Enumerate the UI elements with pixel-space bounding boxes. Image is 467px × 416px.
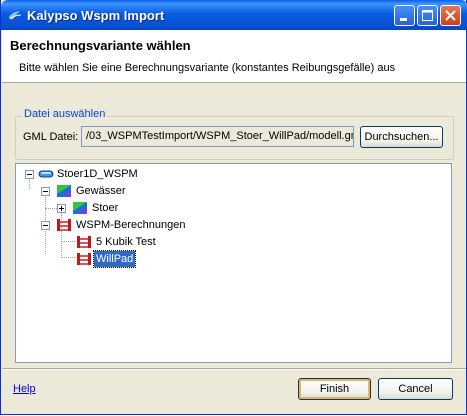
tree-node-stoer[interactable]: Stoer — [16, 200, 446, 216]
help-link[interactable]: Help — [13, 383, 36, 395]
tree-node-label: Stoer — [92, 202, 119, 214]
title-bar[interactable]: Kalypso Wspm Import — [1, 0, 467, 30]
tree-node-calculations[interactable]: WSPM-Berechnungen — [16, 217, 446, 233]
water-icon — [73, 202, 87, 214]
calculation-icon — [57, 219, 71, 231]
dialog-window: Kalypso Wspm Import Berechnungsvariante … — [0, 0, 467, 415]
project-icon — [38, 170, 54, 178]
tree-node-waters[interactable]: Gewässer — [16, 183, 446, 199]
window-title: Kalypso Wspm Import — [27, 8, 165, 23]
water-icon — [57, 185, 71, 197]
gml-file-label: GML Datei: — [23, 131, 79, 143]
calculation-icon — [77, 253, 91, 265]
footer-separator — [2, 368, 466, 370]
cancel-button[interactable]: Cancel — [378, 378, 453, 400]
tree-node-label: 5 Kubik Test — [96, 236, 156, 248]
tree-node-label: WSPM-Berechnungen — [76, 219, 186, 231]
gml-file-field[interactable]: /03_WSPMTestImport/WSPM_Stoer_WillPad/mo… — [81, 126, 354, 147]
browse-button[interactable]: Durchsuchen... — [360, 126, 443, 148]
maximize-icon — [422, 10, 433, 21]
expand-toggle[interactable] — [57, 204, 66, 213]
finish-button[interactable]: Finish — [298, 378, 371, 400]
tree-node-label: Stoer1D_WSPM — [57, 168, 138, 180]
variant-tree[interactable]: Stoer1D_WSPM Gewässer Stoer WSPM-Berechn… — [15, 163, 452, 363]
maximize-button[interactable] — [417, 5, 438, 26]
collapse-toggle[interactable] — [25, 170, 34, 179]
tree-node-label: Gewässer — [76, 185, 126, 197]
tree-node-calc-willpad[interactable]: WillPad — [16, 250, 446, 268]
tree-node-label-selected: WillPad — [92, 250, 137, 268]
tree-node-calc-5-kubik-test[interactable]: 5 Kubik Test — [16, 234, 446, 250]
close-button[interactable] — [440, 5, 461, 26]
calculation-icon — [77, 236, 91, 248]
minimize-button[interactable] — [394, 5, 415, 26]
kalypso-logo-icon — [7, 10, 23, 21]
close-icon — [445, 10, 456, 21]
minimize-icon — [400, 18, 407, 21]
page-title: Berechnungsvariante wählen — [10, 38, 191, 53]
group-legend: Datei auswählen — [22, 108, 108, 120]
tree-node-root[interactable]: Stoer1D_WSPM — [16, 166, 446, 182]
page-description: Bitte wählen Sie eine Berechnungsvariant… — [19, 62, 396, 74]
wizard-header: Berechnungsvariante wählen Bitte wählen … — [2, 30, 466, 83]
collapse-toggle[interactable] — [41, 187, 50, 196]
collapse-toggle[interactable] — [41, 221, 50, 230]
